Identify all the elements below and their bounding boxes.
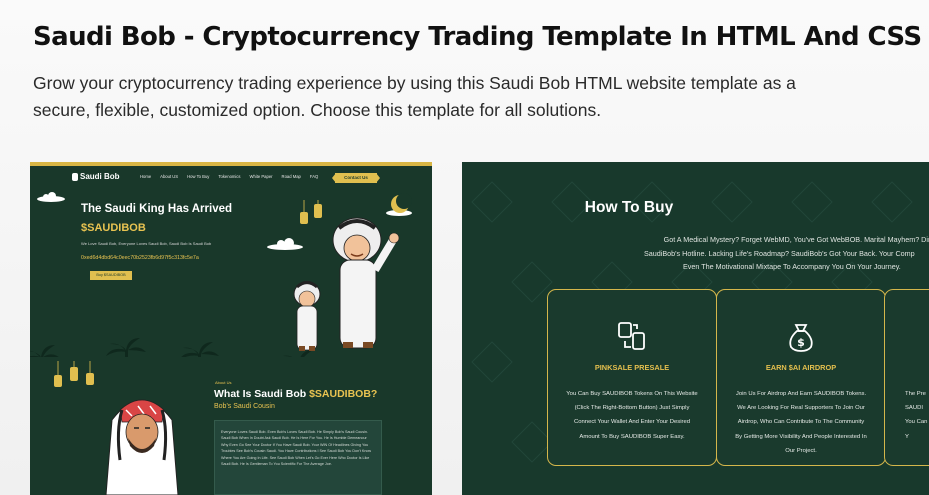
page-description: Grow your cryptocurrency trading experie…	[33, 73, 796, 120]
card-text: Join Us For Airdrop And Earn SAUDIBOB To…	[725, 387, 877, 458]
nav-item-how-to-buy: How To Buy	[187, 174, 210, 179]
card-title: PINKSALE PRESALE	[594, 363, 670, 372]
card-text: You Can Buy SAUDIBOB Tokens On This Webs…	[556, 387, 708, 444]
card-line: You Can Buy SAUDIBOB Tokens On This Webs…	[566, 391, 698, 397]
nav-item-road-map: Road Map	[281, 174, 301, 179]
nav-item-home: Home	[140, 174, 152, 179]
preview-menu: Home About US How To Buy Tokenomics Whit…	[140, 174, 318, 179]
buy-saudibob-button: Buy $SAUDIBOB	[90, 271, 132, 280]
intro-line-2: SaudiBob's Hotline. Lacking Life's Roadm…	[644, 248, 915, 258]
card-line: Airdrop, Who Can Contribute To The Commu…	[737, 419, 865, 426]
nav-item-tokenomics: Tokenomics	[218, 174, 241, 179]
money-bag-icon: $	[789, 324, 813, 352]
nav-item-faq: FAQ	[309, 174, 319, 179]
how-to-buy-intro-2: SaudiBob's Hotline. Lacking Life's Roadm…	[644, 247, 929, 261]
saudi-bob-characters-illustration	[293, 217, 400, 351]
card-line: Y	[905, 433, 909, 440]
hero-subtext: We Love Saudi Bob, Everyone Loves Saudi …	[81, 241, 212, 246]
preview-image-homepage[interactable]: Saudi Bob Home About US How To Buy Token…	[30, 162, 432, 495]
nav-item-about: About US	[160, 174, 179, 179]
card-line: Amount To Buy SAUDIBOB Super Easy.	[579, 433, 685, 440]
hero-title: The Saudi King Has Arrived	[81, 203, 233, 215]
preview-image-how-to-buy[interactable]: How To Buy Got A Medical Mystery? Forget…	[462, 162, 929, 495]
about-title-ticker: $SAUDIBOB?	[309, 388, 378, 400]
exchange-devices-icon	[618, 322, 645, 350]
about-text-box: Everyone Loves Saudi Bob. Even Bob's Lov…	[214, 420, 382, 495]
card-line: Connect Your Wallet And Enter Your Desir…	[573, 419, 691, 426]
card-line: Our Project.	[785, 447, 817, 454]
card-title: EARN $AI AIRDROP	[765, 363, 837, 372]
about-title: What Is Saudi Bob $SAUDIBOB?	[214, 388, 377, 400]
preview-navbar: Saudi Bob Home About US How To Buy Token…	[30, 166, 432, 188]
how-to-buy-intro-3: Even The Motivational Mixtape To Accompa…	[683, 260, 929, 274]
contact-us-button: Contact Us	[332, 173, 380, 183]
card-line: You Can Bu	[905, 419, 929, 426]
card-line: By Getting More Visibility And People In…	[735, 433, 867, 440]
page-title: Saudi Bob - Cryptocurrency Trading Templ…	[33, 22, 922, 52]
how-to-buy-title: How To Buy	[584, 199, 674, 216]
nav-item-white-paper: White Paper	[249, 174, 273, 179]
card-earn-airdrop[interactable]: $ EARN $AI AIRDROP Join Us For Airdrop A…	[716, 289, 886, 466]
card-partial[interactable]: The Pre SAUDI You Can Bu Y	[884, 289, 929, 466]
card-line: We Are Looking For Real Supporters To Jo…	[737, 405, 865, 412]
card-line: SAUDI	[905, 405, 924, 412]
svg-text:$: $	[797, 336, 805, 349]
card-pinksale-presale[interactable]: PINKSALE PRESALE You Can Buy SAUDIBOB To…	[547, 289, 717, 466]
card-text: The Pre SAUDI You Can Bu Y	[905, 387, 929, 444]
about-title-text: What Is Saudi Bob	[214, 388, 310, 400]
intro-line-1: Got A Medical Mystery? Forget WebMD, You…	[663, 235, 929, 244]
card-line: The Pre	[905, 391, 926, 397]
card-line: (Click The Right-Bottom Button) Just Sim…	[574, 405, 690, 412]
about-label: About Us	[215, 380, 232, 385]
card-line: Join Us For Airdrop And Earn SAUDIBOB To…	[735, 391, 867, 397]
logo-icon	[72, 173, 78, 181]
preview-logo: Saudi Bob	[80, 172, 120, 181]
about-subtitle: Bob's Saudi Cousin	[214, 403, 275, 410]
contract-address: 0xed6d4dbd64c0eec70b2523fb6d97f5c313fc5e…	[81, 255, 199, 261]
how-to-buy-intro: Got A Medical Mystery? Forget WebMD, You…	[619, 233, 929, 247]
cloud-icon	[37, 192, 65, 202]
saudi-man-illustration	[105, 399, 179, 495]
intro-line-3: Even The Motivational Mixtape To Accompa…	[683, 262, 901, 271]
hero-ticker: $SAUDIBOB	[81, 222, 146, 234]
